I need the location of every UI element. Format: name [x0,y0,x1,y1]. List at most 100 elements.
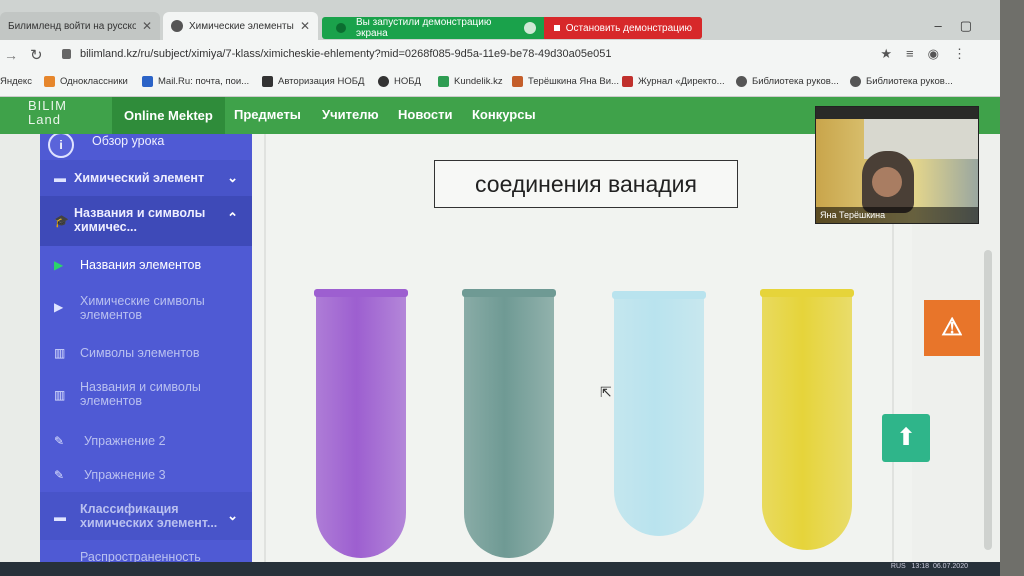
bookmark-odnoklassniki[interactable]: Одноклассники [44,76,128,87]
bookmark-journal[interactable]: Журнал «Директо... [622,76,725,87]
bookmark-nobd-auth[interactable]: Авторизация НОБД [262,76,364,87]
chevron-down-icon[interactable]: ⌄ [227,170,238,186]
chevron-up-icon[interactable]: ⌃ [227,210,238,226]
sidebar-item-element-names[interactable]: ▶ Названия элементов [40,246,252,282]
slide-title: соединения ванадия [434,160,738,208]
sidebar-item-label: Химический элемент [74,171,205,185]
odnoklassniki-icon [44,76,55,87]
lock-icon [62,49,71,59]
test-tube-blue [612,291,706,536]
journal-icon [622,76,633,87]
sidebar-item-classification[interactable]: ▬ Классификация химических элемент... ⌄ [40,492,252,540]
sidebar-item-label: Названия и символы элементов [80,380,201,408]
sidebar-item-label: Упражнение 3 [84,468,166,482]
chevron-down-icon[interactable]: ⌄ [227,508,238,524]
book-icon: ▥ [54,388,66,402]
scroll-to-top-button[interactable]: ⬆ [882,414,930,462]
bilimland-logo[interactable]: BILIM Land [28,99,88,127]
nav-subjects[interactable]: Предметы [234,107,301,122]
mouse-cursor-icon: ⇱ [600,384,612,400]
browser-tabstrip: Билимленд войти на русском - ... ✕ Химич… [0,0,1000,40]
book-icon: ▥ [54,346,66,360]
tube-rim [760,289,854,297]
bookmark-library-2[interactable]: Библиотека руков... [850,76,953,87]
sidebar-item-chemical-element[interactable]: ▬ Химический элемент ⌄ [40,160,252,196]
lesson-sidebar: i Обзор урока ▬ Химический элемент ⌄ 🎓 Н… [40,134,252,576]
bookmark-nobd[interactable]: НОБД [378,76,421,87]
bookmark-tereshkina[interactable]: Терёшкина Яна Ви... [512,76,619,87]
sidebar-item-names-and-symbols[interactable]: ▥ Названия и символы элементов [40,374,252,414]
participant-face [872,167,902,197]
sidebar-item-exercise-2[interactable]: ✎ Упражнение 2 [40,428,252,454]
sidebar-item-chemical-symbols[interactable]: ▶ Химические символы элементов [40,284,252,330]
sidebar-item-names-symbols[interactable]: 🎓 Названия и символы химичес... ⌃ [40,196,252,246]
browser-tab-bilimland-login[interactable]: Билимленд войти на русском - ... ✕ [0,12,160,40]
bookmark-icon [512,76,523,87]
test-tube-yellow [760,289,854,550]
bookmark-mailru[interactable]: Mail.Ru: почта, пои... [142,76,249,87]
bookmark-label: Авторизация НОБД [278,76,365,87]
bookmark-label: Журнал «Директо... [638,76,725,87]
browser-tab-chemical-elements[interactable]: Химические элементы – Хи... ✕ [163,12,318,40]
nav-news[interactable]: Новости [398,107,453,122]
forward-arrow-icon[interactable]: → [4,47,18,63]
toolbar-icons[interactable]: ★≡◉⋮ [880,46,980,62]
nav-contests[interactable]: Конкурсы [472,107,536,122]
globe-icon [850,76,861,87]
system-tray[interactable]: RUS 13:18 06.07.2020 [891,563,968,570]
window-controls[interactable]: –▢ [934,18,990,34]
mailru-icon [142,76,153,87]
tube-rim [612,291,706,299]
edit-icon: ✎ [54,468,65,482]
screen-share-banner: Вы запустили демонстрацию экрана Останов… [322,17,702,39]
sidebar-item-label: Обзор урока [92,134,165,148]
sidebar-item-overview[interactable]: i Обзор урока [40,134,252,160]
sidebar-item-exercise-3[interactable]: ✎ Упражнение 3 [40,462,252,488]
video-toolbar[interactable] [816,107,978,119]
shield-icon [523,22,536,34]
url-field[interactable]: bilimland.kz/ru/subject/ximiya/7-klass/x… [80,48,611,60]
page-scrollbar[interactable] [984,250,992,550]
close-tab-icon[interactable]: ✕ [142,19,152,33]
clock-date: 06.07.2020 [932,563,968,570]
close-tab-icon[interactable]: ✕ [300,19,310,33]
bookmarks-bar: Яндекс Одноклассники Mail.Ru: почта, пои… [0,70,1000,97]
nav-for-teacher[interactable]: Учителю [322,107,379,122]
sidebar-item-element-symbols[interactable]: ▥ Символы элементов [40,338,252,368]
bookmark-label: Библиотека руков... [752,76,839,87]
bilimland-favicon-icon [171,20,183,32]
clock-time: 13:18 [911,563,930,570]
nav-online-mektep[interactable]: Online Mektep [112,97,225,134]
report-error-button[interactable]: ⚠ [924,300,980,356]
tab-title: Билимленд войти на русском - ... [8,20,136,32]
bookmark-kundelik[interactable]: Kundelik.kz [438,76,503,87]
sidebar-item-label: Упражнение 2 [84,434,166,448]
warning-icon: ⚠ [941,314,963,341]
video-call-thumbnail[interactable]: Яна Терёшкина [815,106,979,224]
bookmark-label: Библиотека руков... [866,76,953,87]
language-indicator[interactable]: RUS [891,563,906,570]
arrow-up-icon: ⬆ [895,424,917,451]
graduation-cap-icon: 🎓 [54,214,69,228]
monitor-screen: Билимленд войти на русском - ... ✕ Химич… [0,0,1000,576]
nobd-icon [262,76,273,87]
tab-title: Химические элементы – Хи... [189,20,294,32]
bookmark-yandex[interactable]: Яндекс [0,76,32,87]
divider [264,134,266,576]
test-tube-violet [314,289,408,558]
info-icon: i [48,134,74,158]
sidebar-item-label: Символы элементов [80,346,200,360]
kundelik-icon [438,76,449,87]
bookmark-library-1[interactable]: Библиотека руков... [736,76,839,87]
screen-share-notice: Вы запустили демонстрацию экрана [356,17,492,39]
sidebar-item-label: Названия элементов [80,258,202,272]
stop-demo-button[interactable]: Остановить демонстрацию [543,17,702,39]
bookmark-label: Kundelik.kz [454,76,503,87]
os-taskbar: RUS 13:18 06.07.2020 [0,562,1000,576]
tube-rim [314,289,408,297]
play-icon: ▶ [54,258,64,272]
bookmark-label: Mail.Ru: почта, пои... [158,76,250,87]
bookmark-label: Яндекс [0,76,32,87]
reload-icon[interactable]: ↻ [30,46,43,64]
lesson-content: соединения ванадия ⇱ [252,134,912,576]
